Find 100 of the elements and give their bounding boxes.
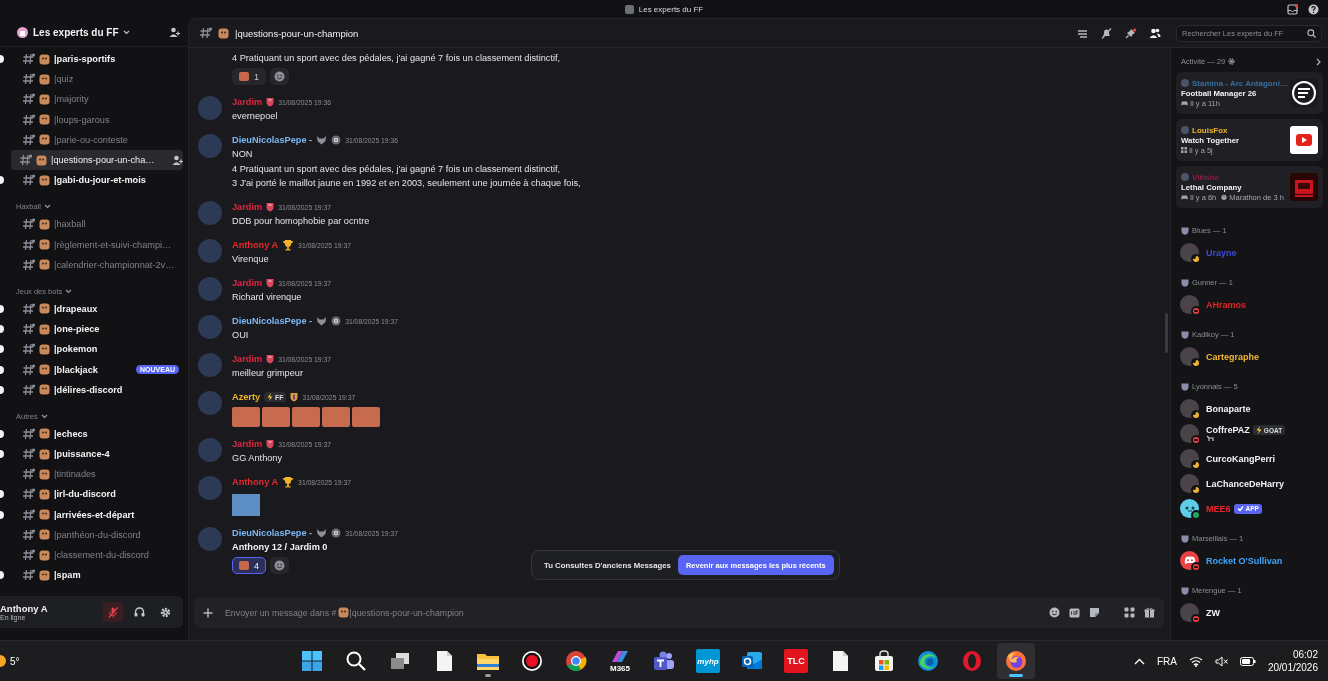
scrollbar-thumb[interactable] [1165, 313, 1168, 353]
hash-icon [22, 508, 35, 521]
stacked-windows-icon [389, 650, 411, 672]
author-name[interactable]: DieuNicolasPepe - [232, 528, 313, 538]
user-name[interactable]: Anthony A [0, 603, 97, 614]
author-name[interactable]: DieuNicolasPepe - [232, 135, 313, 145]
battery-icon[interactable] [1239, 656, 1256, 666]
hash-icon [22, 383, 35, 396]
channel-item[interactable]: |echecs [0, 423, 183, 444]
sticker-icon[interactable] [1089, 607, 1100, 618]
disc-icon [331, 528, 342, 538]
app-tile: TLC [784, 649, 808, 673]
wifi-icon[interactable] [1188, 655, 1203, 667]
help-icon[interactable] [1308, 3, 1319, 15]
channel-item[interactable]: |one-piece [0, 319, 183, 340]
clock-time[interactable]: 06:02 [1292, 649, 1318, 660]
message-text: OUI [232, 329, 250, 342]
chevron-right-icon[interactable] [1316, 57, 1321, 66]
channel-item[interactable]: |quiz [0, 69, 183, 90]
channel-item[interactable]: |drapeaux [0, 298, 183, 320]
taskbar-app-button[interactable] [997, 643, 1035, 679]
wolf-icon [316, 316, 328, 326]
member-name[interactable]: ZW [1206, 607, 1220, 618]
channel-item[interactable]: |gabi-du-jour-et-mois [0, 170, 183, 191]
emoji-icon [39, 93, 50, 105]
invite-icon[interactable] [169, 27, 180, 37]
add-person-icon[interactable] [172, 155, 183, 166]
channel-item[interactable]: |majority [0, 89, 183, 110]
muted-speaker-icon[interactable] [1214, 655, 1228, 667]
channel-item[interactable]: |irl-du-discord [0, 484, 183, 505]
member-name[interactable]: AHramos [1206, 299, 1246, 310]
channel-item[interactable]: |paris-sportifs [0, 49, 183, 70]
author-name[interactable]: Azerty [232, 392, 261, 402]
pin-icon[interactable] [1125, 27, 1136, 39]
member-name[interactable]: MEE6 [1206, 503, 1231, 514]
crest-icon [1181, 330, 1189, 339]
apps-icon[interactable] [1124, 607, 1135, 618]
channel-item[interactable]: |questions-pour-un-cha… [11, 149, 183, 171]
member-name[interactable]: CurcoKangPerri [1206, 453, 1276, 464]
channel-item[interactable]: |calendrier-championnat-2v… [0, 254, 183, 275]
members-icon[interactable] [1149, 28, 1161, 38]
message-text: Anthony 12 / Jardim 0 [232, 541, 329, 554]
author-name[interactable]: Jardim [232, 439, 263, 449]
threads-icon[interactable] [1077, 27, 1088, 39]
reaction-button[interactable]: 4 [232, 557, 266, 574]
muted-bell-icon[interactable] [1101, 27, 1112, 39]
member-name[interactable]: CoffrePAZ [1206, 425, 1250, 435]
chevron-up-icon[interactable] [1133, 657, 1145, 665]
add-reaction-button[interactable] [270, 68, 289, 85]
channel-item[interactable]: |pokemon [0, 339, 183, 360]
gamepad-icon [1181, 100, 1188, 106]
taskbar-app-button[interactable]: M365 [601, 643, 639, 679]
channel-item[interactable]: |tintinades [0, 464, 183, 485]
taskbar-app-button[interactable]: TLC [777, 643, 815, 679]
gif-icon[interactable] [1069, 607, 1080, 618]
inbox-icon[interactable] [1287, 3, 1298, 15]
member-name[interactable]: Rocket O'Sullivan [1206, 555, 1283, 566]
activity-user[interactable]: LouisFox [1192, 125, 1228, 135]
hash-icon [22, 93, 35, 106]
gift-icon[interactable] [1144, 607, 1155, 618]
browser-icon [1005, 650, 1027, 672]
channel-item[interactable]: |spam [0, 565, 183, 586]
channel-item[interactable]: |panthéon-du-discord [0, 524, 183, 545]
crest-icon [266, 97, 275, 107]
member-name[interactable]: Bonaparte [1206, 403, 1251, 414]
clock-date[interactable]: 20/01/2026 [1267, 662, 1318, 673]
smiley-icon[interactable] [1049, 607, 1060, 618]
author-name[interactable]: Jardim [232, 354, 263, 364]
emoji-icon [39, 569, 50, 581]
channel-item[interactable]: |règlement-et-suivi-champi… [0, 234, 183, 255]
channel-item[interactable]: |haxball [0, 214, 183, 235]
channel-item[interactable]: |arrivées-et-départ [0, 504, 183, 525]
message-text: 3 J'ai porté le maillot jaune en 1992 et en 2003, seulement une journée à chaque fois, [232, 177, 581, 190]
channel-item[interactable]: |puissance-4 [0, 444, 183, 465]
channel-item[interactable]: |loups-garous [0, 109, 183, 130]
add-reaction-button[interactable] [270, 557, 289, 574]
message-text: Richard virenque [232, 291, 303, 304]
server-name[interactable]: Les experts du FF [33, 26, 130, 38]
reaction-button[interactable]: 1 [232, 68, 266, 85]
channel-item[interactable]: |délires-discord [0, 379, 183, 400]
author-name[interactable]: Jardim [232, 97, 263, 107]
message-input-field[interactable]: Envoyer un message dans # |questions-pour-un-champion [194, 597, 1164, 628]
avatar [1180, 603, 1199, 622]
author-name[interactable]: Jardim [232, 202, 263, 212]
language-indicator[interactable]: FRA [1156, 655, 1177, 667]
weather-temperature[interactable]: 5° [10, 655, 20, 667]
goat-icon [1206, 435, 1215, 442]
plus-icon[interactable] [203, 607, 213, 618]
author-name[interactable]: Jardim [232, 278, 263, 288]
microphone-button[interactable] [103, 602, 123, 622]
channel-item[interactable]: |parie-ou-conteste [0, 129, 183, 150]
channel-item[interactable]: |classement-du-discord [0, 544, 183, 566]
member-name[interactable]: LaChanceDeHarry [1206, 478, 1285, 489]
crest-icon [1181, 226, 1189, 235]
message-text: 4 Pratiquant un sport avec des pédales, j'ai gagné 7 fois un classement distinctif, [232, 163, 562, 176]
member-name[interactable]: Cartegraphe [1206, 351, 1259, 362]
author-name[interactable]: Anthony A [232, 477, 279, 487]
author-name[interactable]: DieuNicolasPepe - [232, 316, 313, 326]
author-name[interactable]: Anthony A [232, 240, 279, 250]
settings-icon[interactable] [1228, 58, 1236, 65]
